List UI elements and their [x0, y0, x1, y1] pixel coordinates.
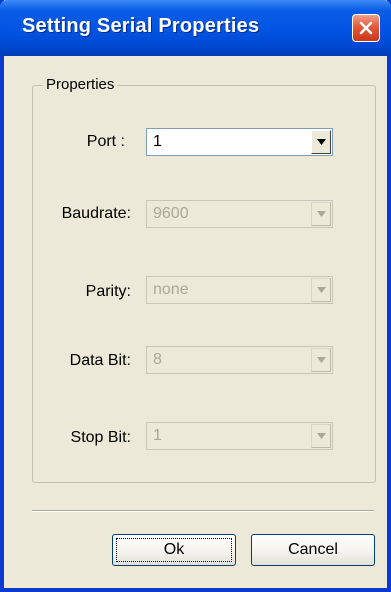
cancel-button[interactable]: Cancel	[251, 534, 375, 566]
port-value: 1	[153, 133, 162, 150]
baudrate-select: 9600	[146, 200, 333, 228]
parity-value: none	[153, 281, 189, 298]
chevron-down-icon	[317, 357, 326, 363]
data-bit-label: Data Bit:	[69, 352, 131, 369]
close-button[interactable]	[352, 14, 380, 42]
cancel-button-label: Cancel	[288, 541, 338, 558]
close-icon	[359, 21, 373, 35]
stop-bit-label: Stop Bit:	[70, 429, 131, 446]
data-bit-value: 8	[153, 351, 162, 368]
chevron-down-icon	[317, 211, 326, 217]
chevron-down-icon	[317, 433, 326, 439]
port-select[interactable]: 1	[146, 128, 333, 156]
focus-rectangle	[116, 538, 232, 562]
ok-button[interactable]: Ok	[112, 534, 236, 566]
baudrate-value: 9600	[153, 205, 189, 222]
parity-select: none	[146, 276, 333, 304]
button-separator	[32, 510, 374, 512]
data-bit-select: 8	[146, 346, 333, 374]
chevron-down-icon	[317, 139, 326, 145]
data-bit-dropdown-button	[311, 348, 331, 372]
title-bar[interactable]: Setting Serial Properties	[0, 0, 391, 56]
baudrate-dropdown-button	[311, 202, 331, 226]
port-label: Port :	[86, 133, 125, 150]
port-dropdown-button[interactable]	[311, 130, 331, 154]
parity-dropdown-button	[311, 278, 331, 302]
window-title: Setting Serial Properties	[22, 15, 260, 37]
properties-group-label: Properties	[43, 76, 118, 93]
parity-label: Parity:	[85, 283, 131, 300]
stop-bit-select: 1	[146, 422, 333, 450]
stop-bit-dropdown-button	[311, 424, 331, 448]
chevron-down-icon	[317, 287, 326, 293]
baudrate-label: Baudrate:	[61, 205, 131, 222]
stop-bit-value: 1	[153, 427, 162, 444]
